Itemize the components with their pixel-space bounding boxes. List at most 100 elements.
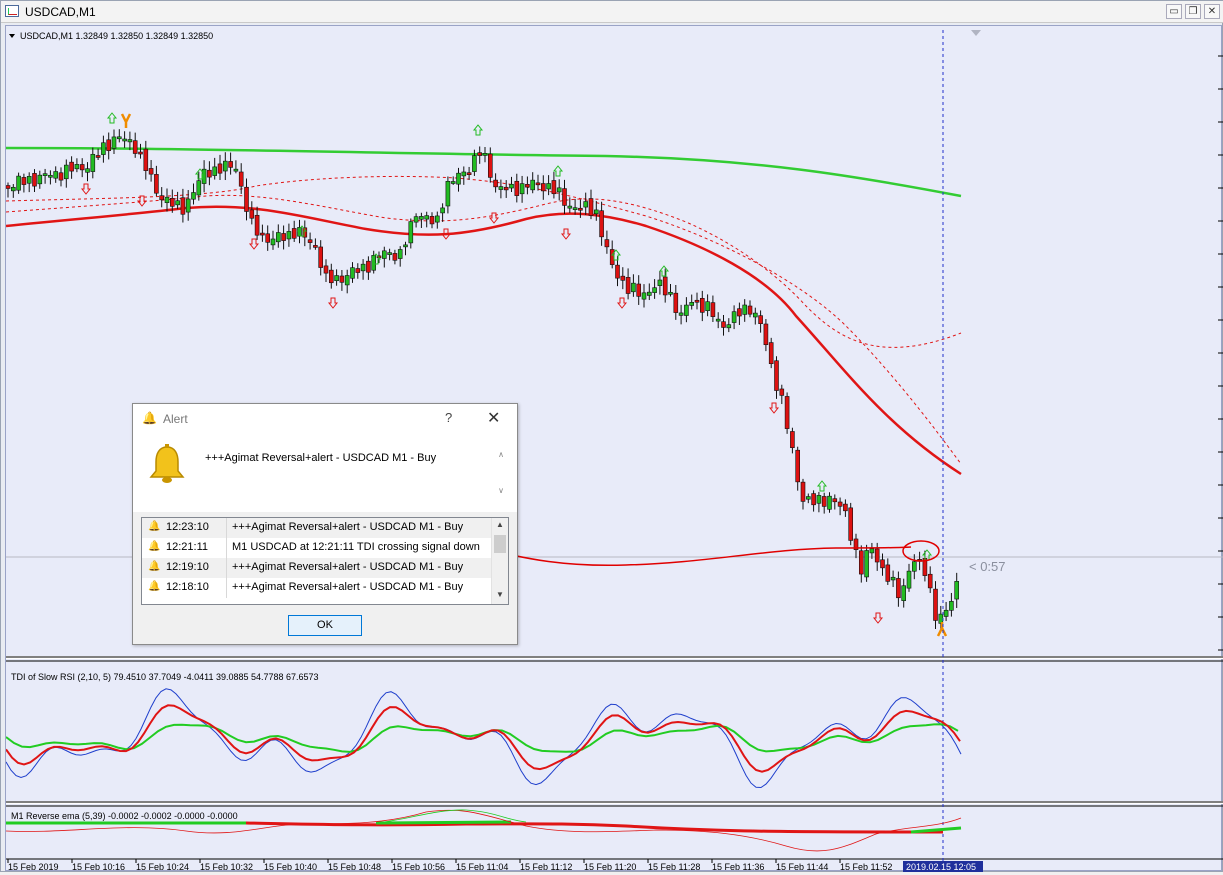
candle-body: [58, 172, 64, 181]
time-label: 15 Feb 11:28: [648, 862, 700, 872]
candle-body: [456, 172, 461, 185]
candle-body: [344, 275, 350, 286]
alert-message: +++Agimat Reversal+alert - USDCAD M1 - B…: [205, 452, 437, 464]
candle-body: [313, 245, 318, 248]
minimize-button[interactable]: ▭: [1166, 4, 1182, 19]
candle-body: [662, 276, 668, 296]
candle-body: [615, 264, 620, 279]
list-item[interactable]: 🔔 12:21:11 M1 USDCAD at 12:21:11 TDI cro…: [142, 538, 491, 558]
alert-time: 12:21:11: [166, 541, 209, 553]
chart-window-icon: [5, 5, 19, 17]
candle-body: [228, 161, 233, 168]
close-button[interactable]: ✕: [487, 408, 500, 428]
restore-button[interactable]: ❐: [1185, 4, 1201, 19]
candle-body: [132, 140, 138, 154]
candle-body: [837, 501, 843, 507]
candle-body: [699, 298, 705, 313]
shift-marker-icon[interactable]: [971, 30, 981, 36]
list-item[interactable]: 🔔 12:18:10 +++Agimat Reversal+alert - US…: [142, 578, 491, 598]
candle-body: [291, 228, 297, 239]
candle-body: [366, 260, 371, 273]
candle-body: [514, 180, 520, 196]
candle-body: [350, 267, 355, 279]
sell-arrow-icon: [616, 297, 628, 309]
candle-body: [233, 168, 239, 172]
candle-body: [832, 498, 838, 503]
candle-body: [572, 207, 578, 210]
candle-body: [546, 183, 551, 190]
candle-body: [684, 304, 689, 316]
message-scrollbar[interactable]: ∧ ∨: [495, 450, 507, 502]
candle-body: [355, 268, 361, 273]
candle-body: [201, 168, 207, 184]
candle-body: [631, 282, 636, 293]
window-title: USDCAD,M1: [25, 5, 96, 19]
alert-history-list[interactable]: 🔔 12:23:10 +++Agimat Reversal+alert - US…: [141, 517, 509, 605]
candle-body: [111, 136, 117, 149]
chart-menu-triangle-icon[interactable]: [9, 34, 15, 38]
candle-body: [26, 176, 32, 184]
candle-body: [63, 164, 69, 180]
candle-body: [477, 152, 483, 156]
alert-time: 12:18:10: [166, 581, 209, 593]
candle-body: [323, 265, 329, 274]
candle-body: [445, 180, 451, 207]
list-item[interactable]: 🔔 12:19:10 +++Agimat Reversal+alert - US…: [142, 558, 491, 578]
candle-body: [397, 249, 403, 259]
candle-body: [217, 163, 223, 174]
candle-body: [307, 239, 313, 243]
scroll-down-icon[interactable]: ▼: [496, 590, 504, 599]
alert-text: +++Agimat Reversal+alert - USDCAD M1 - B…: [232, 521, 464, 533]
candle-body: [848, 507, 854, 541]
help-button[interactable]: ?: [445, 410, 452, 425]
bell-icon: 🔔: [142, 411, 157, 425]
close-window-button[interactable]: ✕: [1204, 4, 1220, 19]
ok-button[interactable]: OK: [288, 615, 362, 636]
candle-body: [737, 308, 742, 317]
candle-body: [525, 184, 530, 188]
buy-arrow-icon: [552, 165, 564, 177]
candle-body: [381, 250, 387, 259]
alert-text: M1 USDCAD at 12:21:11 TDI crossing signa…: [232, 541, 480, 553]
candle-body: [535, 182, 541, 186]
candle-body: [689, 302, 695, 306]
scroll-thumb[interactable]: [494, 535, 506, 553]
candle-body: [668, 291, 673, 295]
candle-body: [466, 172, 472, 175]
alert-dialog[interactable]: 🔔 Alert ? ✕ +++Agimat Reversal+alert - U…: [132, 403, 518, 645]
candle-body: [540, 183, 546, 192]
candle-body: [593, 209, 599, 215]
candle-body: [74, 164, 80, 170]
candle-body: [318, 246, 324, 268]
candle-body: [742, 304, 748, 315]
candle-body: [694, 299, 700, 303]
candle-body: [636, 283, 642, 297]
buy-arrow-icon: [658, 265, 670, 277]
time-label: 15 Feb 11:04: [456, 862, 508, 872]
alert-title-bar[interactable]: 🔔 Alert ? ✕: [133, 404, 517, 432]
candle-body: [48, 174, 53, 178]
list-scrollbar[interactable]: ▲ ▼: [491, 518, 508, 604]
candle-body: [779, 388, 785, 396]
candle-body: [328, 269, 334, 284]
candle-body: [191, 192, 196, 200]
candle-body: [487, 153, 493, 178]
list-item[interactable]: 🔔 12:23:10 +++Agimat Reversal+alert - US…: [142, 518, 491, 538]
candle-body: [556, 187, 562, 193]
time-label: 15 Feb 11:44: [776, 862, 828, 872]
candle-body: [752, 312, 758, 318]
candle-body: [185, 198, 191, 213]
candle-body: [101, 142, 106, 155]
sell-arrow-icon: [768, 402, 780, 414]
alert-message-box: +++Agimat Reversal+alert - USDCAD M1 - B…: [133, 432, 517, 512]
candle-body: [869, 548, 875, 554]
candle-body: [275, 232, 281, 243]
time-label: 15 Feb 10:24: [136, 862, 189, 872]
candle-body: [625, 277, 631, 294]
candle-body: [721, 321, 726, 328]
candle-body: [588, 198, 594, 216]
scroll-up-icon[interactable]: ▲: [496, 520, 504, 529]
bell-icon: 🔔: [148, 521, 161, 532]
reverse-ema-up-segment: [910, 826, 962, 834]
time-label: 15 Feb 11:52: [840, 862, 892, 872]
